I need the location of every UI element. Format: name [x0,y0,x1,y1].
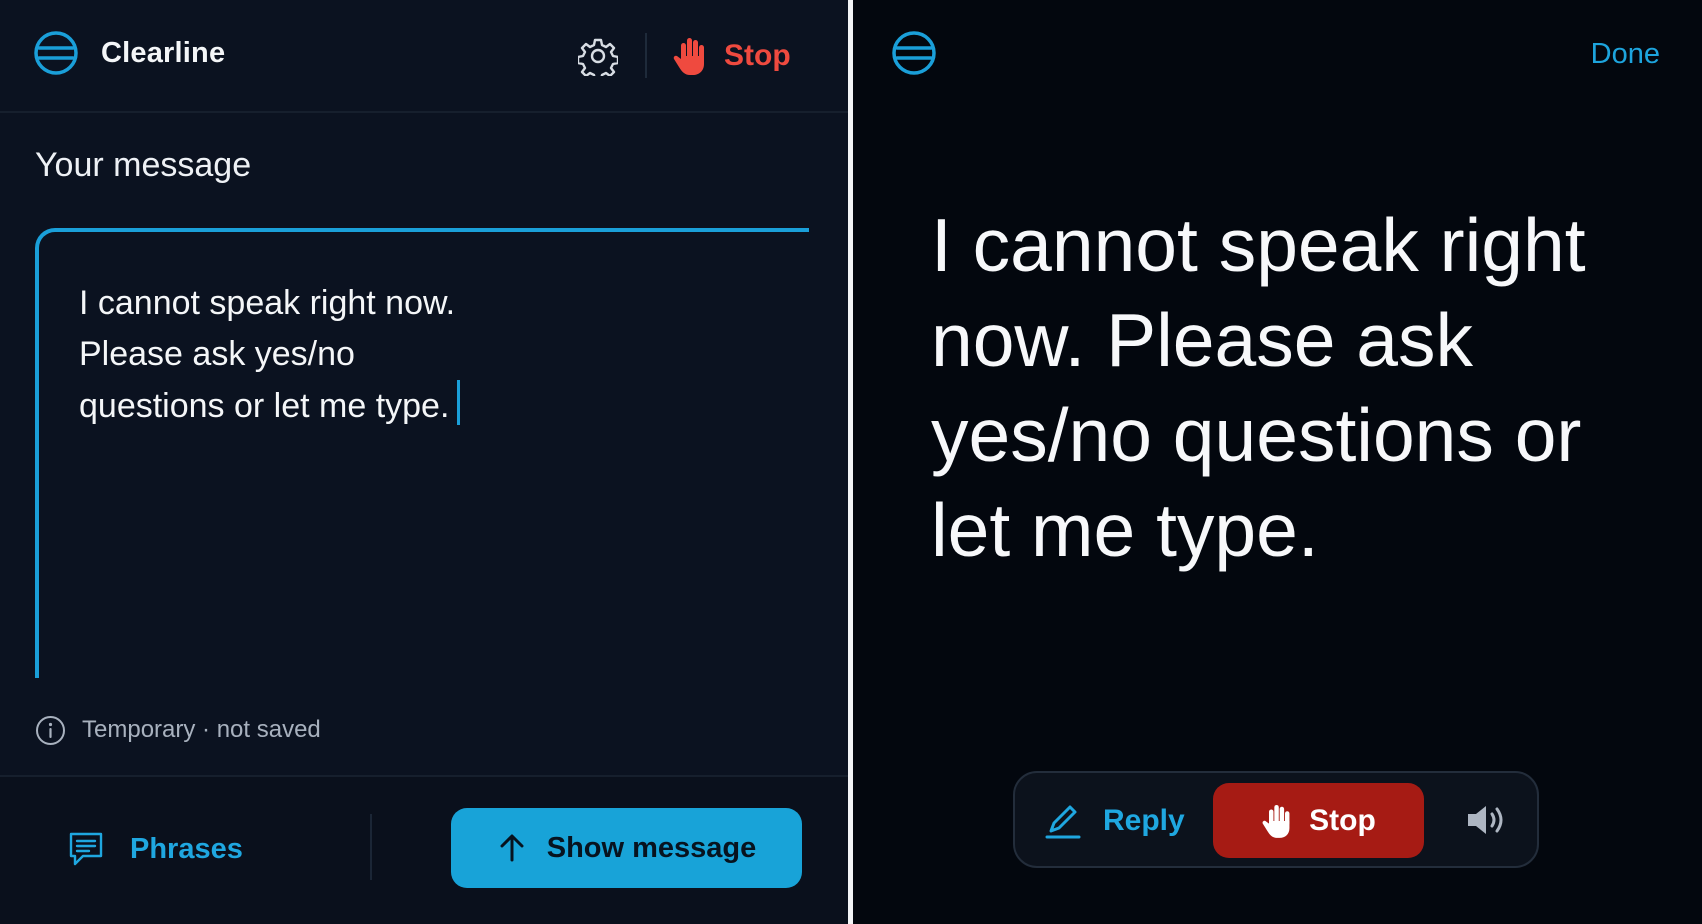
done-button[interactable]: Done [1591,38,1660,71]
message-input[interactable]: I cannot speak right now. Please ask yes… [35,228,809,678]
composer-footer: Phrases Show message [0,775,848,924]
info-icon [35,715,66,746]
phrases-label: Phrases [130,832,243,865]
footer-divider [370,814,372,880]
clearline-logo-icon [891,30,937,76]
text-caret [457,380,461,425]
phrases-button[interactable]: Phrases [66,827,243,871]
hand-stop-icon [1261,802,1293,840]
reply-button[interactable]: Reply [1043,798,1185,844]
clearline-logo-icon [33,30,79,76]
stop-display-button[interactable]: Stop [1213,783,1424,858]
show-message-label: Show message [546,831,757,864]
gear-icon[interactable] [578,36,618,76]
temporary-note: Temporary · not saved [35,714,321,746]
arrow-up-icon [497,833,527,863]
chat-bubble-icon [66,829,106,869]
display-action-bar: Reply Stop [1013,771,1539,868]
stop-label: Stop [724,39,791,72]
display-panel: Done I cannot speak right now. Please as… [853,0,1702,924]
composer-header: Clearline Stop [0,0,848,113]
message-label: Your message [35,146,252,184]
app-name: Clearline [101,37,226,69]
hand-stop-icon [672,36,708,76]
reply-label: Reply [1103,804,1185,837]
stop-button[interactable]: Stop [672,33,791,79]
header-divider [645,33,647,78]
stop-display-label: Stop [1309,803,1376,837]
show-message-button[interactable]: Show message [451,808,802,888]
message-input-text: I cannot speak right now. Please ask yes… [79,284,456,425]
pencil-icon [1043,801,1083,841]
temporary-note-text: Temporary · not saved [82,716,321,743]
composer-panel: Clearline Stop Your message I cannot spe… [0,0,848,924]
displayed-message: I cannot speak right now. Please ask yes… [931,203,1586,572]
speaker-icon[interactable] [1464,800,1508,840]
